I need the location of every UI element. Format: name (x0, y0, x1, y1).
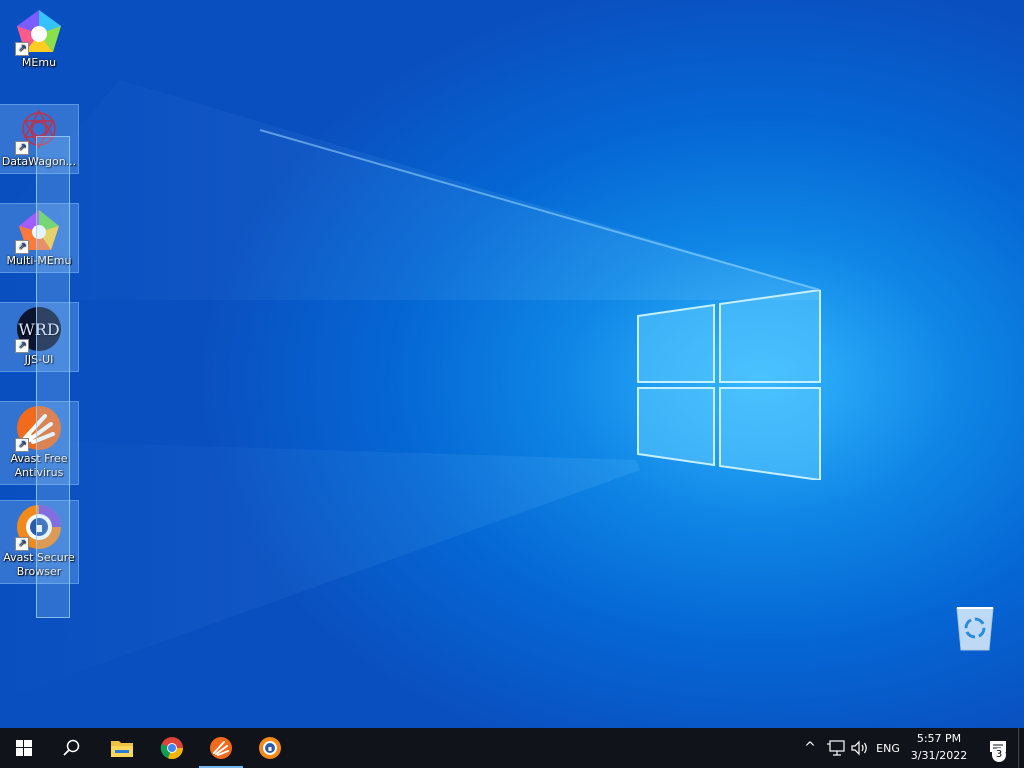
file-explorer-icon (111, 741, 133, 757)
wallpaper-light-beams (0, 80, 821, 700)
network-button[interactable] (824, 728, 848, 768)
memu-icon: ↗ (15, 8, 63, 56)
desktop-icon-recycle-bin[interactable] (951, 600, 999, 664)
desktop-icon-memu[interactable]: ↗ MEmu (0, 6, 78, 70)
avast-antivirus-icon (210, 737, 232, 759)
search-button[interactable] (48, 728, 96, 768)
clock-time: 5:57 PM (916, 732, 962, 745)
selection-marquee (36, 136, 70, 618)
windows-start-icon (16, 740, 32, 756)
shortcut-arrow-icon: ↗ (15, 339, 29, 353)
show-desktop-button[interactable] (1018, 728, 1024, 768)
shortcut-arrow-icon: ↗ (15, 438, 29, 452)
chevron-up-icon: ^ (804, 740, 816, 756)
search-icon (63, 739, 80, 756)
chrome-icon (160, 737, 184, 760)
shortcut-arrow-icon: ↗ (15, 141, 29, 155)
notification-count-badge: 3 (992, 748, 1006, 762)
taskbar-avast-antivirus[interactable] (197, 728, 245, 768)
desktop-icon-label: MEmu (21, 56, 57, 69)
volume-button[interactable] (848, 728, 872, 768)
taskbar-file-explorer[interactable] (98, 728, 146, 768)
avast-secure-browser-icon (259, 737, 281, 759)
taskbar-avast-secure-browser[interactable] (246, 728, 294, 768)
shortcut-arrow-icon: ↗ (15, 240, 29, 254)
volume-icon (851, 740, 867, 756)
clock-date: 3/31/2022 (910, 749, 968, 762)
taskbar: ^ ENG 5:57 PM 3/31/2022 (0, 728, 1024, 768)
network-icon (827, 740, 845, 756)
recycle-bin-icon (956, 607, 994, 651)
taskbar-clock[interactable]: 5:57 PM 3/31/2022 (898, 730, 980, 766)
shortcut-arrow-icon: ↗ (15, 537, 29, 551)
shortcut-arrow-icon: ↗ (15, 42, 29, 56)
start-button[interactable] (0, 728, 48, 768)
show-hidden-icons-button[interactable]: ^ (800, 728, 820, 768)
taskbar-chrome[interactable] (148, 728, 196, 768)
wallpaper-windows-logo (637, 290, 821, 480)
